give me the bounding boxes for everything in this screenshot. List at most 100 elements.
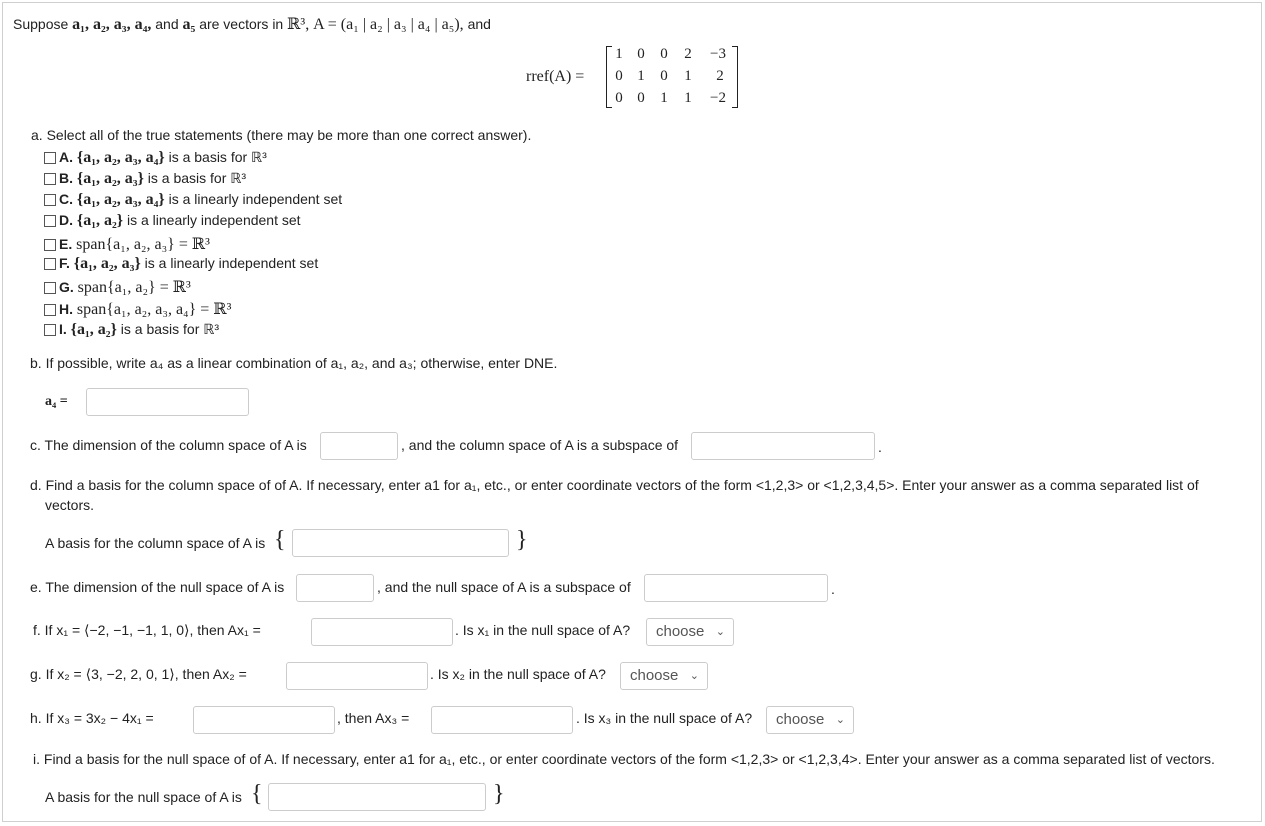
option-letter: D.	[59, 212, 73, 228]
option-g[interactable]: G. span{a₁, a₂} = ℝ³	[44, 277, 191, 297]
option-math: {a₁, a₂}	[70, 321, 117, 338]
part-e-period: .	[831, 581, 835, 597]
column-space-basis-input[interactable]	[292, 529, 509, 557]
option-text: is a basis for ℝ³	[120, 321, 219, 337]
null-space-basis-input[interactable]	[268, 783, 486, 811]
intro-a-def: A = (a₁ | a₂ | a₃ | a₄ | a₅),	[313, 16, 464, 33]
option-text: is a linearly independent set	[168, 191, 343, 207]
option-math: span{a₁, a₂, a₃} = ℝ³	[76, 236, 210, 253]
checkbox[interactable]	[44, 282, 56, 294]
x2-null-space-select[interactable]: choose ⌄	[620, 662, 708, 690]
matrix-cell: 1	[684, 90, 692, 106]
option-letter: H.	[59, 301, 73, 317]
option-letter: E.	[59, 236, 73, 252]
matrix-cell: 1	[637, 68, 645, 84]
matrix-cell: −3	[710, 46, 726, 62]
option-math: span{a₁, a₂} = ℝ³	[77, 279, 191, 296]
select-value: choose	[656, 623, 705, 640]
close-brace: }	[493, 781, 505, 807]
intro-and: and	[155, 16, 179, 32]
option-math: {a₁, a₂}	[76, 212, 124, 229]
part-b-label: a₄ =	[45, 394, 68, 409]
rref-matrix: 1 0 0 2 −3 0 1 0 1 2 0 0 1 1 −2	[606, 46, 738, 108]
column-space-dimension-input[interactable]	[320, 432, 398, 460]
part-e-prompt-1: e. The dimension of the null space of A …	[30, 579, 285, 595]
checkbox[interactable]	[44, 324, 56, 336]
intro-and-end: and	[467, 16, 491, 32]
option-a[interactable]: A. {a₁, a₂, a₃, a₄} is a basis for ℝ³	[44, 149, 267, 167]
chevron-down-icon: ⌄	[835, 714, 845, 726]
option-math: {a₁, a₂, a₃, a₄}	[76, 191, 165, 208]
part-i-prompt: i. Find a basis for the null space of of…	[33, 751, 1215, 767]
option-letter: B.	[59, 170, 73, 186]
select-value: choose	[630, 667, 679, 684]
x3-null-space-select[interactable]: choose ⌄	[766, 706, 854, 734]
option-text: is a basis for ℝ³	[168, 149, 267, 165]
matrix-cell: −2	[710, 90, 726, 106]
part-d-label: A basis for the column space of A is	[45, 535, 266, 551]
a4-combination-input[interactable]	[86, 388, 249, 416]
matrix-cell: 0	[660, 46, 668, 62]
matrix-cell: 2	[684, 46, 692, 62]
ax3-input[interactable]	[431, 706, 573, 734]
part-b-prompt: b. If possible, write a₄ as a linear com…	[30, 355, 558, 371]
option-d[interactable]: D. {a₁, a₂} is a linearly independent se…	[44, 212, 301, 230]
null-space-dimension-input[interactable]	[296, 574, 374, 602]
open-brace: {	[274, 527, 286, 553]
intro-are-vectors: are vectors in	[199, 16, 284, 32]
matrix-right-bracket	[732, 46, 738, 108]
part-e-prompt-2: , and the null space of A is a subspace …	[377, 579, 631, 595]
part-c-prompt-2: , and the column space of A is a subspac…	[401, 437, 679, 453]
checkbox[interactable]	[44, 215, 56, 227]
option-h[interactable]: H. span{a₁, a₂, a₃, a₄} = ℝ³	[44, 299, 231, 319]
close-brace: }	[516, 527, 528, 553]
intro-suppose: Suppose	[13, 16, 69, 32]
option-b[interactable]: B. {a₁, a₂, a₃} is a basis for ℝ³	[44, 170, 246, 188]
option-letter: F.	[59, 255, 70, 271]
part-g-prompt-2: . Is x₂ in the null space of A?	[430, 666, 606, 682]
option-letter: C.	[59, 191, 73, 207]
matrix-cell: 1	[684, 68, 692, 84]
option-text: is a linearly independent set	[126, 212, 301, 228]
column-space-subspace-input[interactable]	[691, 432, 875, 460]
part-h-prompt-2: , then Ax₃ =	[337, 710, 410, 726]
matrix-cell: 0	[615, 68, 623, 84]
ax1-input[interactable]	[311, 618, 453, 646]
option-text: is a linearly independent set	[144, 255, 319, 271]
intro-vectors: a₁, a₂, a₃, a₄,	[72, 16, 152, 33]
matrix-cell: 0	[637, 46, 645, 62]
checkbox[interactable]	[44, 194, 56, 206]
intro-a5: a₅	[182, 16, 196, 33]
x1-null-space-select[interactable]: choose ⌄	[646, 618, 734, 646]
checkbox[interactable]	[44, 258, 56, 270]
intro-r3: ℝ³,	[287, 16, 310, 33]
x3-input[interactable]	[193, 706, 335, 734]
option-letter: G.	[59, 279, 74, 295]
option-c[interactable]: C. {a₁, a₂, a₃, a₄} is a linearly indepe…	[44, 191, 342, 209]
option-letter: I.	[59, 321, 67, 337]
part-d-prompt-line-1: d. Find a basis for the column space of …	[30, 477, 1199, 493]
part-c-period: .	[878, 439, 882, 455]
option-i[interactable]: I. {a₁, a₂} is a basis for ℝ³	[44, 321, 219, 339]
part-i-label: A basis for the null space of A is	[45, 789, 242, 805]
null-space-subspace-input[interactable]	[644, 574, 828, 602]
part-f-prompt-2: . Is x₁ in the null space of A?	[455, 622, 631, 638]
matrix-cell: 0	[660, 68, 668, 84]
select-value: choose	[776, 711, 825, 728]
matrix-cell: 0	[615, 90, 623, 106]
matrix-cell: 2	[716, 68, 724, 84]
option-f[interactable]: F. {a₁, a₂, a₃} is a linearly independen…	[44, 255, 318, 273]
option-e[interactable]: E. span{a₁, a₂, a₃} = ℝ³	[44, 234, 210, 254]
checkbox[interactable]	[44, 239, 56, 251]
checkbox[interactable]	[44, 304, 56, 316]
part-d-prompt-line-2: vectors.	[45, 497, 95, 513]
part-a-prompt: a. Select all of the true statements (th…	[31, 127, 532, 143]
part-h-prompt-3: . Is x₃ in the null space of A?	[576, 710, 753, 726]
checkbox[interactable]	[44, 152, 56, 164]
part-c-prompt-1: c. The dimension of the column space of …	[30, 437, 307, 453]
intro-line: Suppose a₁, a₂, a₃, a₄, and a₅ are vecto…	[13, 14, 491, 34]
ax2-input[interactable]	[286, 662, 428, 690]
chevron-down-icon: ⌄	[689, 670, 699, 682]
rref-label: rref(A) =	[526, 68, 585, 85]
checkbox[interactable]	[44, 173, 56, 185]
